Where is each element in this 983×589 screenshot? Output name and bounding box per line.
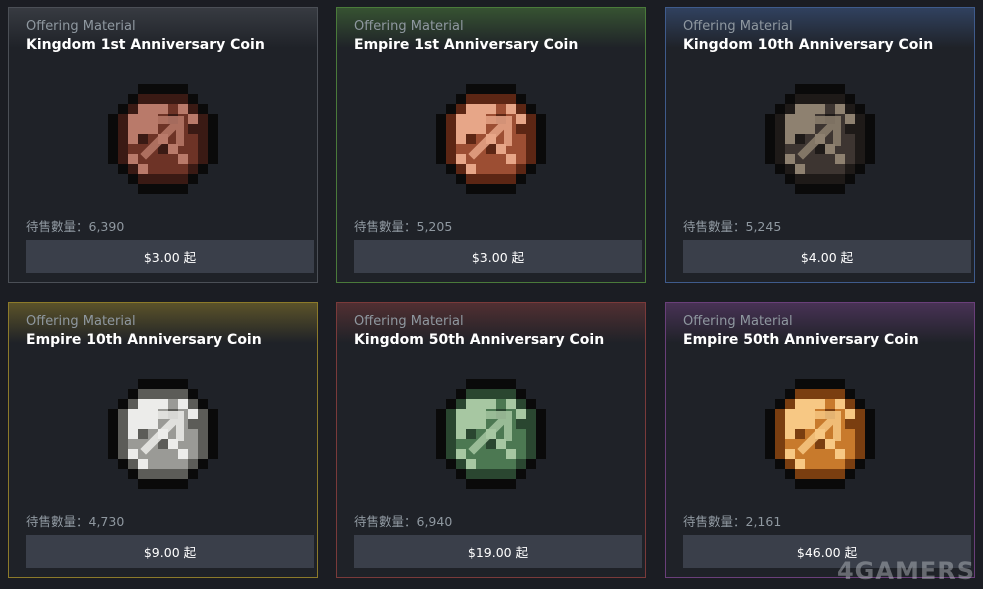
item-name[interactable]: Kingdom 1st Anniversary Coin: [26, 37, 265, 53]
price-button[interactable]: $3.00 起: [354, 240, 642, 273]
item-card[interactable]: Offering Material Kingdom 1st Anniversar…: [8, 7, 318, 283]
stock-count: 待售數量：5,205: [354, 219, 453, 234]
item-name[interactable]: Kingdom 50th Anniversary Coin: [354, 332, 604, 348]
item-card[interactable]: Offering Material Empire 1st Anniversary…: [336, 7, 646, 283]
item-name[interactable]: Empire 50th Anniversary Coin: [683, 332, 919, 348]
price-button[interactable]: $4.00 起: [683, 240, 971, 273]
market-grid: Offering Material Kingdom 1st Anniversar…: [0, 0, 983, 589]
price-button[interactable]: $19.00 起: [354, 535, 642, 568]
item-name[interactable]: Empire 10th Anniversary Coin: [26, 332, 262, 348]
kingdom-1st-coin-icon[interactable]: [108, 84, 218, 194]
item-category: Offering Material: [354, 19, 464, 34]
stock-count: 待售數量：2,161: [683, 514, 782, 529]
item-name[interactable]: Empire 1st Anniversary Coin: [354, 37, 578, 53]
item-category: Offering Material: [26, 314, 136, 329]
item-category: Offering Material: [683, 19, 793, 34]
kingdom-50th-coin-icon[interactable]: [436, 379, 546, 489]
item-card[interactable]: Offering Material Empire 10th Anniversar…: [8, 302, 318, 578]
empire-1st-coin-icon[interactable]: [436, 84, 546, 194]
item-category: Offering Material: [26, 19, 136, 34]
stock-count: 待售數量：4,730: [26, 514, 125, 529]
empire-50th-coin-icon[interactable]: [765, 379, 875, 489]
item-card[interactable]: Offering Material Kingdom 50th Anniversa…: [336, 302, 646, 578]
stock-count: 待售數量：6,390: [26, 219, 125, 234]
item-category: Offering Material: [683, 314, 793, 329]
empire-10th-coin-icon[interactable]: [108, 379, 218, 489]
price-button[interactable]: $3.00 起: [26, 240, 314, 273]
stock-count: 待售數量：5,245: [683, 219, 782, 234]
item-category: Offering Material: [354, 314, 464, 329]
stock-count: 待售數量：6,940: [354, 514, 453, 529]
price-button[interactable]: $9.00 起: [26, 535, 314, 568]
kingdom-10th-coin-icon[interactable]: [765, 84, 875, 194]
item-card[interactable]: Offering Material Kingdom 10th Anniversa…: [665, 7, 975, 283]
item-name[interactable]: Kingdom 10th Anniversary Coin: [683, 37, 933, 53]
item-card[interactable]: Offering Material Empire 50th Anniversar…: [665, 302, 975, 578]
watermark: 4GAMERS: [836, 557, 975, 585]
